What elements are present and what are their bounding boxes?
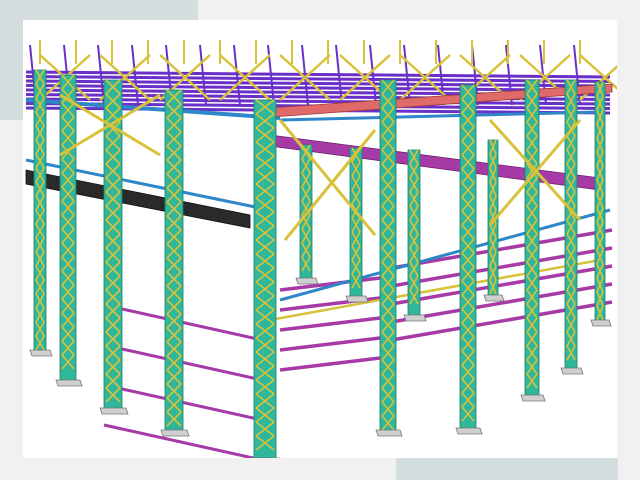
steel-structure-image [23,20,617,458]
steel-column [33,69,47,351]
front-girt [279,356,381,372]
base-plate [403,314,427,322]
base-plate [55,379,83,387]
steel-column [459,84,477,429]
base-plate [560,367,584,375]
base-plate [455,427,483,435]
base-plate [295,277,319,285]
steel-column [524,79,540,396]
base-plate [160,429,190,437]
front-girt [279,336,381,352]
base-plate [590,319,612,327]
base-plate [29,349,53,357]
decorative-block-bottom-right [396,458,618,480]
mid-beam [269,134,601,191]
steel-column [253,99,277,458]
steel-column [164,89,184,431]
front-girt [279,316,381,332]
base-plate [99,407,129,415]
diagonal-tie [279,208,611,302]
base-plate [345,295,369,303]
steel-structure-render [25,40,617,458]
front-girt [279,276,381,292]
base-plate [375,429,403,437]
base-plate [483,294,505,302]
base-plate [520,394,546,402]
